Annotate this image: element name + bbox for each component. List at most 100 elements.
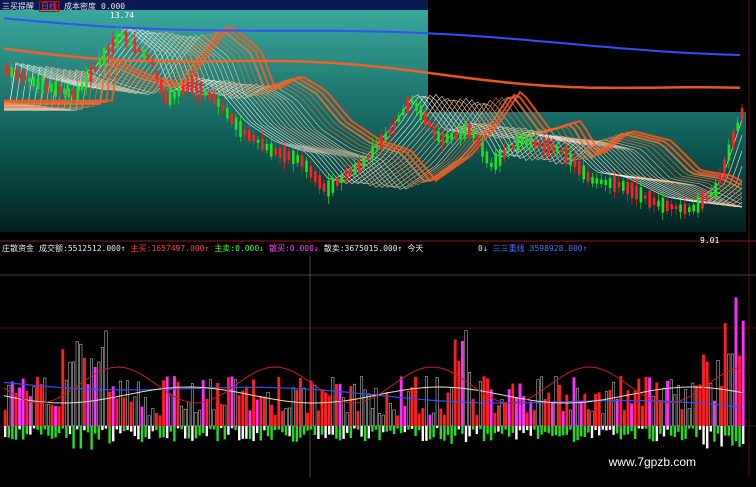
volume-bar-up: [432, 412, 436, 427]
volume-bar-up: [586, 409, 590, 427]
volume-bar-down: [112, 426, 115, 442]
volume-bar-down: [274, 426, 277, 431]
volume-bar-down: [526, 426, 529, 431]
volume-bar-up: [554, 376, 558, 427]
volume-bar-down: [4, 426, 7, 437]
volume-bar-down: [198, 426, 201, 436]
volume-bar-down: [734, 426, 738, 442]
candlestick: [529, 136, 533, 148]
volume-bar-down: [428, 426, 432, 440]
volume-bar-down: [263, 426, 266, 431]
volume-bar-down: [594, 426, 597, 431]
candlestick: [710, 191, 713, 197]
volume-bar-up: [273, 414, 277, 427]
volume-bar-down: [14, 426, 18, 440]
volume-bar-down: [317, 426, 320, 440]
volume-bar-down: [410, 426, 414, 429]
candlestick: [635, 185, 638, 200]
volume-bar-up: [291, 387, 295, 427]
volume-bar-up: [32, 386, 36, 427]
candlestick: [498, 149, 502, 166]
volume-bar-down: [43, 426, 46, 430]
volume-bar-up: [266, 391, 270, 427]
candlestick: [155, 70, 159, 80]
sub-indicator-name[interactable]: 庄散资金: [2, 244, 34, 253]
volume-bar-up: [230, 376, 234, 427]
volume-bar-down: [421, 426, 424, 442]
volume-bar-down: [630, 426, 633, 432]
volume-bar-down: [76, 426, 79, 430]
volume-bar-down: [601, 426, 604, 430]
volume-bar-down: [400, 426, 403, 434]
candlestick: [573, 160, 577, 168]
candlestick: [388, 127, 392, 136]
volume-bar-up: [54, 406, 58, 427]
indicator-value: 0.000: [101, 2, 126, 11]
volume-bar-up: [583, 393, 587, 427]
volume-bar-down: [511, 426, 514, 433]
candlestick: [195, 81, 198, 95]
volume-bar-down: [392, 426, 396, 435]
volume-bar-down: [644, 426, 648, 429]
main-buy-label: 主买:: [130, 244, 152, 253]
formula-name[interactable]: 三买提醒: [2, 2, 34, 11]
period-badge[interactable]: 日线: [39, 1, 59, 12]
volume-bar-down: [695, 426, 698, 437]
candlestick: [314, 171, 317, 183]
volume-indicator-header: 庄散资金 成交额:5512512.000↑ 主买:1657497.000↑ 主卖:0.…: [2, 243, 423, 254]
candlestick: [239, 121, 242, 137]
candlestick: [19, 74, 22, 79]
volume-bar-up: [608, 390, 612, 427]
candlestick: [604, 179, 607, 186]
candlestick: [76, 85, 79, 101]
volume-bar-down: [565, 426, 568, 435]
volume-bar-down: [353, 426, 356, 429]
volume-bar-up: [579, 400, 583, 427]
volume-bar-up: [684, 389, 688, 427]
volume-bar-up: [133, 396, 137, 427]
volume-bar-up: [255, 399, 259, 427]
volume-bar-up: [720, 385, 724, 427]
volume-bar-up: [511, 383, 515, 427]
volume-bar-up: [597, 392, 601, 427]
volume-bar-down: [187, 426, 190, 439]
volume-bar-down: [486, 426, 489, 434]
volume-bar-up: [136, 381, 140, 427]
candlestick: [591, 176, 594, 184]
volume-bar-up: [327, 396, 331, 427]
volume-bar-down: [346, 426, 349, 433]
candlestick: [736, 122, 739, 131]
volume-bar-down: [212, 426, 216, 430]
volume-bar-up: [489, 389, 493, 427]
volume-bar-up: [543, 399, 547, 427]
candlestick: [160, 79, 163, 94]
volume-bar-down: [292, 426, 295, 442]
candlestick: [657, 200, 660, 207]
volume-bar-up: [529, 401, 533, 427]
candlestick: [617, 182, 621, 188]
candlestick: [63, 88, 66, 95]
candlestick: [683, 203, 687, 215]
volume-bar-up: [252, 379, 256, 427]
volume-bar-up: [421, 408, 425, 427]
volume-bar-up: [518, 383, 522, 427]
candlestick: [243, 129, 247, 136]
candlestick: [622, 181, 625, 191]
volume-bar-up: [82, 357, 86, 427]
right-value-a: 0↓: [478, 244, 488, 253]
volume-bar-up: [453, 339, 457, 427]
volume-bar-down: [587, 426, 590, 433]
candlestick: [14, 69, 18, 79]
volume-bar-down: [443, 426, 446, 441]
candlestick: [89, 67, 93, 83]
volume-bar-down: [277, 426, 280, 430]
volume-bar-up: [122, 397, 126, 427]
volume-bar-down: [500, 426, 504, 434]
candlestick: [261, 138, 264, 150]
candlestick: [292, 150, 295, 164]
volume-bar-down: [727, 426, 730, 436]
volume-bar-down: [475, 426, 478, 435]
candlestick: [630, 182, 634, 199]
candlestick: [428, 121, 431, 128]
candlestick: [534, 139, 537, 148]
